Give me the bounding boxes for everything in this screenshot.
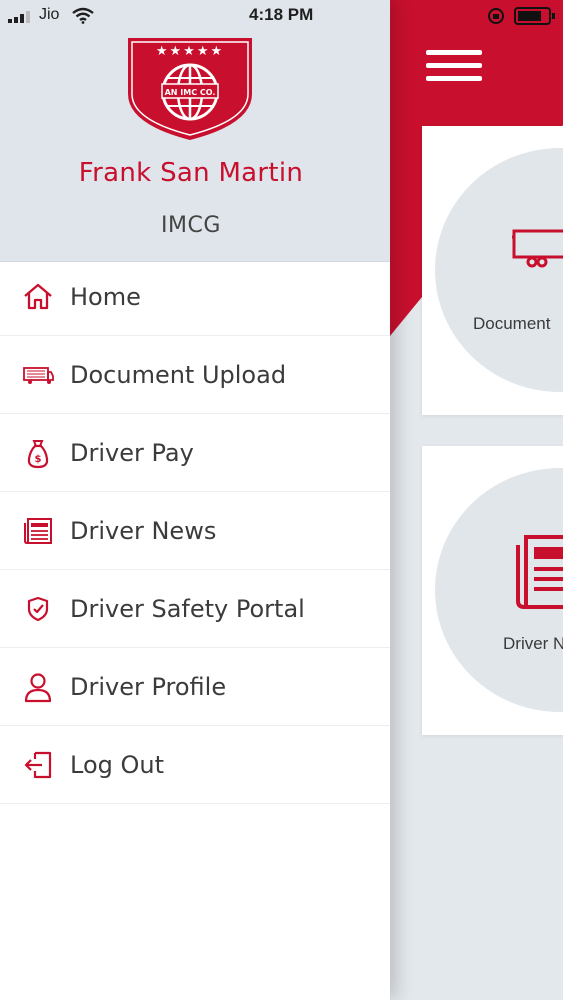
menu-label: Driver Safety Portal xyxy=(70,594,305,623)
user-name: Frank San Martin xyxy=(78,158,304,188)
drawer-header: ★★★★★ AN IMC CO. Frank San Martin IMCG xyxy=(0,0,390,262)
document-upload-card[interactable]: Document xyxy=(422,126,563,415)
card-label: Driver N xyxy=(503,634,563,653)
newspaper-icon xyxy=(516,535,563,609)
logo-text: AN IMC CO. xyxy=(165,88,216,97)
menu-label: Driver Pay xyxy=(70,438,194,467)
company-logo: ★★★★★ AN IMC CO. xyxy=(128,38,252,140)
orientation-lock-icon xyxy=(488,8,504,24)
carrier-name: Jio xyxy=(39,6,60,23)
menu-label: Driver Profile xyxy=(70,672,227,701)
truck-icon xyxy=(23,366,54,384)
user-icon xyxy=(24,672,52,702)
menu-label: Log Out xyxy=(70,750,165,779)
status-bar-left: Jio 4:18 PM xyxy=(0,0,390,32)
menu-label: Home xyxy=(70,282,141,311)
menu-item-driver-profile[interactable]: Driver Profile xyxy=(0,648,390,726)
wifi-icon xyxy=(72,7,94,24)
navigation-drawer: ★★★★★ AN IMC CO. Frank San Martin IMCG H… xyxy=(0,0,390,1000)
status-bar: Jio 4:18 PM xyxy=(0,0,563,32)
shield-check-icon xyxy=(27,596,49,621)
hamburger-menu-button[interactable] xyxy=(426,50,482,86)
card-label: Document xyxy=(473,314,551,333)
truck-icon xyxy=(512,229,563,268)
svg-text:$: $ xyxy=(35,454,42,465)
menu-item-document-upload[interactable]: Document Upload xyxy=(0,336,390,414)
clock: 4:18 PM xyxy=(249,5,314,24)
menu-item-driver-safety-portal[interactable]: Driver Safety Portal xyxy=(0,570,390,648)
menu-item-driver-news[interactable]: Driver News xyxy=(0,492,390,570)
card-circle xyxy=(435,148,563,392)
company-name: IMCG xyxy=(161,213,221,238)
money-bag-icon: $ xyxy=(27,439,49,468)
menu-item-home[interactable]: Home xyxy=(0,258,390,336)
home-icon xyxy=(24,283,52,309)
signal-icon xyxy=(8,11,30,23)
menu-label: Driver News xyxy=(70,516,217,545)
driver-news-card[interactable]: Driver N xyxy=(422,446,563,735)
logout-icon xyxy=(24,751,52,778)
newspaper-icon xyxy=(24,517,52,544)
drawer-menu: Home Document Upload $ Driver Pay Driver… xyxy=(0,258,390,804)
svg-text:★★★★★: ★★★★★ xyxy=(156,44,224,59)
menu-item-log-out[interactable]: Log Out xyxy=(0,726,390,804)
menu-label: Document Upload xyxy=(70,360,287,389)
battery-icon xyxy=(514,7,555,25)
menu-item-driver-pay[interactable]: $ Driver Pay xyxy=(0,414,390,492)
